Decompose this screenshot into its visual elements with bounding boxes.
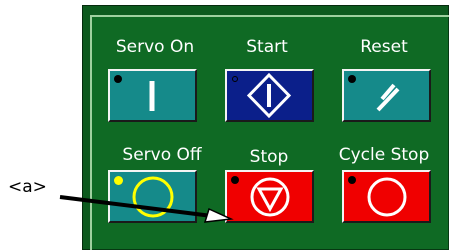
annotation-arrow-icon — [59, 195, 234, 223]
